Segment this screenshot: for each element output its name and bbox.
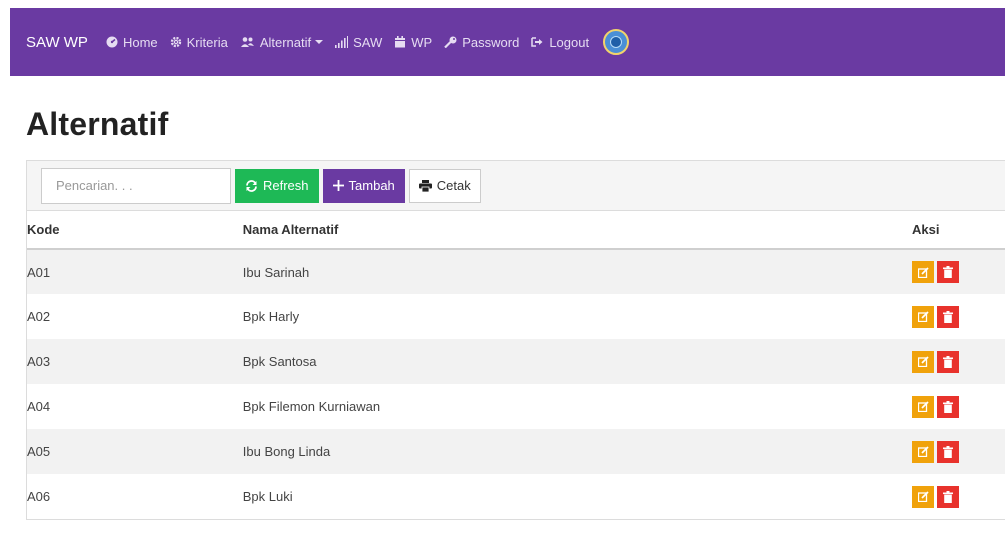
cell-aksi xyxy=(912,474,1005,519)
nav-alternatif-label: Alternatif xyxy=(259,34,312,50)
row-actions xyxy=(912,261,1005,283)
trash-icon xyxy=(943,310,954,323)
trash-icon xyxy=(943,490,954,503)
row-actions xyxy=(912,485,1005,508)
edit-button[interactable] xyxy=(912,350,935,373)
table-row: A03 Bpk Santosa xyxy=(27,339,1005,384)
trash-icon xyxy=(943,400,954,413)
printer-icon xyxy=(418,179,432,192)
cell-nama: Ibu Sarinah xyxy=(242,249,913,294)
nav-kriteria-label: Kriteria xyxy=(186,34,228,50)
cell-nama: Bpk Luki xyxy=(242,489,293,504)
table-row: A05 Ibu Bong Linda xyxy=(27,429,1005,474)
refresh-icon xyxy=(246,179,257,192)
nav-kriteria[interactable]: Kriteria xyxy=(170,35,228,50)
calendar-icon xyxy=(395,36,406,48)
refresh-button[interactable]: Refresh xyxy=(235,168,319,203)
avatar-emblem xyxy=(610,36,623,48)
delete-button[interactable] xyxy=(937,261,960,283)
cell-kode: A05 xyxy=(27,429,243,474)
top-navbar: SAW WP Home Kriteria Alternatif SAW WP P… xyxy=(10,8,1005,76)
nav-logout[interactable]: Logout xyxy=(531,35,589,50)
edit-button[interactable] xyxy=(912,305,935,328)
row-actions xyxy=(912,350,1005,373)
edit-icon xyxy=(917,446,929,457)
nav-home-label: Home xyxy=(122,34,158,50)
gear-icon xyxy=(170,36,181,48)
column-header-aksi: Aksi xyxy=(912,211,1005,250)
search-input[interactable] xyxy=(41,167,231,204)
table-header-row: Kode Nama Alternatif Aksi xyxy=(27,211,1005,250)
nav-password[interactable]: Password xyxy=(444,35,519,50)
cell-kode: A02 xyxy=(27,309,51,324)
trash-icon xyxy=(943,355,954,368)
add-label: Tambah xyxy=(348,178,395,193)
cell-aksi xyxy=(912,339,1005,384)
edit-icon xyxy=(917,401,929,412)
edit-button[interactable] xyxy=(912,261,935,283)
delete-button[interactable] xyxy=(937,305,960,328)
row-actions xyxy=(912,440,1005,463)
edit-icon xyxy=(917,266,929,278)
row-actions xyxy=(912,305,1005,328)
nav-saw-label: SAW xyxy=(353,34,383,50)
cell-kode: A06 xyxy=(27,489,51,504)
trash-icon xyxy=(943,445,954,458)
nav-wp[interactable]: WP xyxy=(394,35,432,50)
edit-button[interactable] xyxy=(912,440,935,463)
column-header-nama: Nama Alternatif xyxy=(242,211,913,250)
cell-aksi xyxy=(912,429,1005,474)
refresh-label: Refresh xyxy=(263,178,309,193)
edit-icon xyxy=(917,491,929,502)
trash-icon xyxy=(943,266,954,278)
signal-icon xyxy=(335,36,349,48)
table-row: A02 Bpk Harly xyxy=(27,294,1005,339)
cell-nama: Bpk Santosa xyxy=(242,339,913,384)
edit-icon xyxy=(917,356,929,367)
add-button[interactable]: Tambah xyxy=(322,168,405,203)
avatar[interactable] xyxy=(603,29,630,55)
page-title: Alternatif xyxy=(26,106,169,142)
print-label: Cetak xyxy=(436,178,471,193)
table-row: A01 Ibu Sarinah xyxy=(27,249,1005,294)
delete-button[interactable] xyxy=(937,485,960,508)
edit-icon xyxy=(917,311,929,322)
delete-button[interactable] xyxy=(937,395,960,418)
plus-icon xyxy=(332,180,344,191)
table-row: A06 Bpk Luki xyxy=(27,474,1005,519)
nav-logout-label: Logout xyxy=(549,34,590,50)
delete-button[interactable] xyxy=(937,440,960,463)
cell-aksi xyxy=(912,384,1005,429)
cell-nama: Bpk Harly xyxy=(242,309,300,324)
key-icon xyxy=(444,36,457,48)
edit-button[interactable] xyxy=(912,395,935,418)
table-toolbar: Refresh Tambah Cetak xyxy=(27,161,1005,211)
nav-home[interactable]: Home xyxy=(106,35,158,50)
column-header-kode: Kode xyxy=(27,211,243,250)
chevron-down-icon xyxy=(315,40,324,44)
dashboard-icon xyxy=(106,36,118,48)
cell-nama: Bpk Filemon Kurniawan xyxy=(242,399,381,414)
cell-aksi xyxy=(912,249,1005,294)
users-icon xyxy=(240,37,254,47)
delete-button[interactable] xyxy=(937,350,960,373)
brand-link[interactable]: SAW WP xyxy=(26,34,88,51)
nav-saw[interactable]: SAW xyxy=(335,35,382,50)
cell-kode: A03 xyxy=(27,339,243,384)
alternatif-table: Kode Nama Alternatif Aksi A01 Ibu Sarinah… xyxy=(27,211,1005,519)
nav-password-label: Password xyxy=(462,34,520,50)
print-button[interactable]: Cetak xyxy=(408,168,481,203)
cell-kode: A01 xyxy=(27,249,243,294)
cell-aksi xyxy=(912,294,1005,339)
logout-icon xyxy=(531,37,543,47)
table-row: A04 Bpk Filemon Kurniawan xyxy=(27,384,1005,429)
edit-button[interactable] xyxy=(912,485,935,508)
row-actions xyxy=(912,395,1005,418)
nav-alternatif[interactable]: Alternatif xyxy=(240,34,324,50)
cell-nama: Ibu Bong Linda xyxy=(242,429,913,474)
nav-wp-label: WP xyxy=(411,34,433,50)
data-panel: Refresh Tambah Cetak Kode Nama Alternati… xyxy=(26,160,1005,520)
cell-kode: A04 xyxy=(27,399,51,414)
